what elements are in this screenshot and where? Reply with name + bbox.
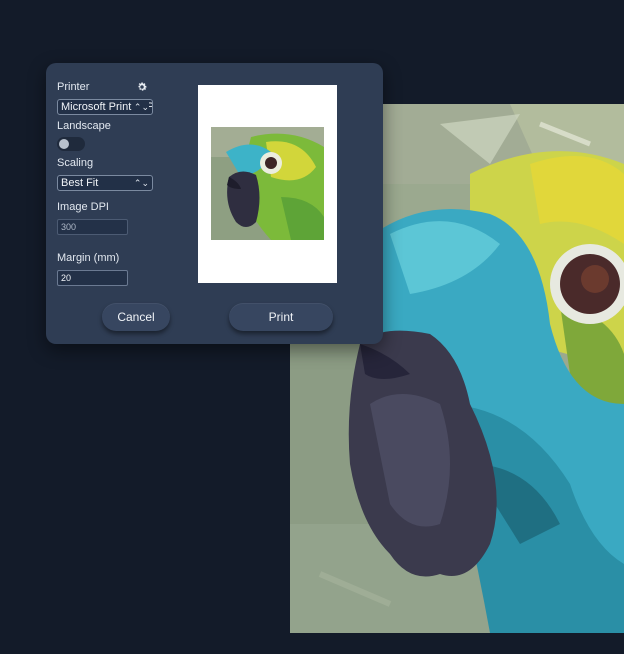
dpi-label: Image DPI [57, 201, 109, 213]
printer-label: Printer [57, 81, 90, 93]
chevron-updown-icon: ⌃⌄ [131, 100, 149, 114]
margin-input[interactable]: 20 [57, 270, 128, 286]
preview-image [211, 127, 324, 240]
margin-label: Margin (mm) [57, 252, 120, 264]
print-preview-page [198, 85, 337, 283]
scaling-select[interactable]: Best Fit ⌃⌄ [57, 175, 153, 191]
scaling-select-value: Best Fit [61, 177, 99, 189]
parrot-thumbnail [211, 127, 324, 240]
landscape-toggle[interactable] [57, 137, 85, 151]
cancel-button[interactable]: Cancel [102, 303, 170, 331]
chevron-updown-icon: ⌃⌄ [133, 178, 149, 188]
printer-select[interactable]: Microsoft Print to PDF ⌃⌄ [57, 99, 153, 115]
print-dialog: Printer Microsoft Print to PDF ⌃⌄ Landsc… [46, 63, 383, 344]
toggle-knob [59, 139, 69, 149]
landscape-label: Landscape [57, 120, 111, 132]
scaling-label: Scaling [57, 157, 94, 169]
dpi-input[interactable]: 300 [57, 219, 128, 235]
gear-icon[interactable] [136, 81, 148, 93]
app-canvas: Printer Microsoft Print to PDF ⌃⌄ Landsc… [0, 0, 624, 654]
print-button[interactable]: Print [229, 303, 333, 331]
